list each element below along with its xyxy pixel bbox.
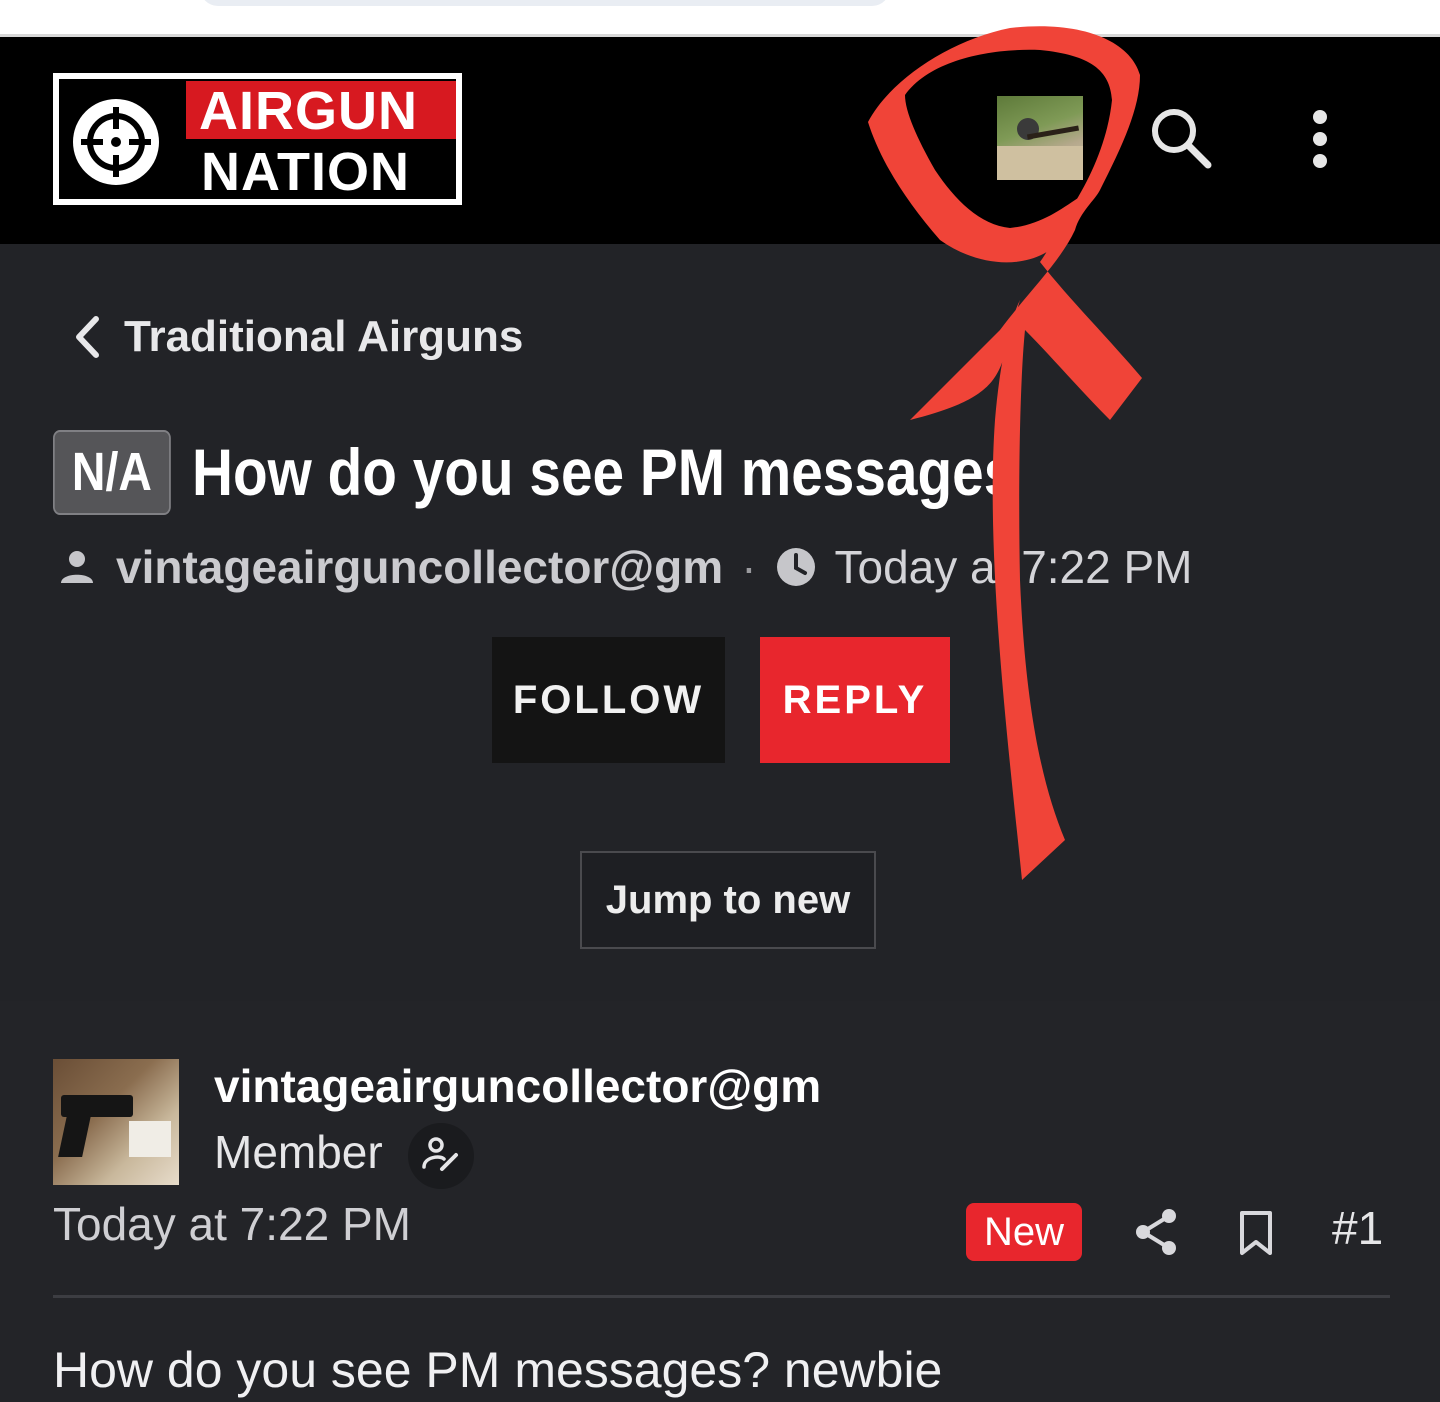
avatar-photo-box [129, 1121, 171, 1157]
post-permalink[interactable]: #1 [1332, 1201, 1383, 1255]
breadcrumb[interactable]: Traditional Airguns [72, 312, 523, 362]
more-vertical-icon [1313, 110, 1327, 168]
site-logo[interactable]: AIRGUN NATION [53, 73, 462, 205]
share-icon [1136, 1209, 1176, 1255]
post-body: How do you see PM messages? newbie [53, 1342, 943, 1398]
site-header: AIRGUN NATION [0, 37, 1440, 244]
thread-title: How do you see PM messages [192, 435, 1016, 510]
post-date[interactable]: Today at 7:22 PM [53, 1197, 411, 1251]
address-bar[interactable] [200, 0, 890, 6]
post-author-role: Member [214, 1126, 383, 1178]
meta-separator: · [741, 541, 757, 593]
thread-prefix-badge: N/A [53, 430, 171, 515]
new-badge: New [966, 1203, 1082, 1261]
clock-icon [776, 548, 815, 586]
user-avatar[interactable] [997, 96, 1083, 180]
more-menu-button[interactable] [1300, 105, 1340, 171]
thread-meta: vintageairguncollector@gm · Today at 7:2… [58, 540, 1193, 594]
reply-button[interactable]: REPLY [760, 637, 950, 763]
post-divider [53, 1295, 1390, 1298]
logo-background: AIRGUN NATION [59, 79, 456, 199]
crosshair-icon [73, 99, 159, 185]
thread-header: Traditional Airguns N/A How do you see P… [0, 244, 1440, 1001]
browser-top-strip [0, 0, 1440, 37]
follow-button[interactable]: FOLLOW [492, 637, 725, 763]
logo-text-nation: NATION [201, 142, 410, 202]
search-icon [1152, 109, 1212, 169]
thread-author[interactable]: vintageairguncollector@gm [116, 540, 723, 594]
post: vintageairguncollector@gm Member Today a… [0, 1001, 1440, 1402]
user-edit-icon [408, 1123, 474, 1189]
post-author-name[interactable]: vintageairguncollector@gm [214, 1059, 821, 1113]
breadcrumb-label[interactable]: Traditional Airguns [124, 312, 523, 362]
search-button[interactable] [1148, 105, 1214, 171]
user-icon [61, 551, 93, 583]
bookmark-icon [1240, 1211, 1272, 1255]
thread-date[interactable]: Today at 7:22 PM [835, 540, 1193, 594]
avatar-photo-ground [997, 146, 1083, 180]
share-button[interactable] [1132, 1207, 1180, 1257]
jump-to-new-button[interactable]: Jump to new [580, 851, 876, 949]
logo-text-airgun: AIRGUN [199, 81, 418, 141]
bookmark-button[interactable] [1236, 1209, 1276, 1257]
thread-title-row: N/A How do you see PM messages [53, 430, 1149, 515]
chevron-left-icon [76, 316, 99, 358]
post-author-avatar[interactable] [53, 1059, 179, 1185]
avatar-photo-grip [58, 1111, 92, 1157]
